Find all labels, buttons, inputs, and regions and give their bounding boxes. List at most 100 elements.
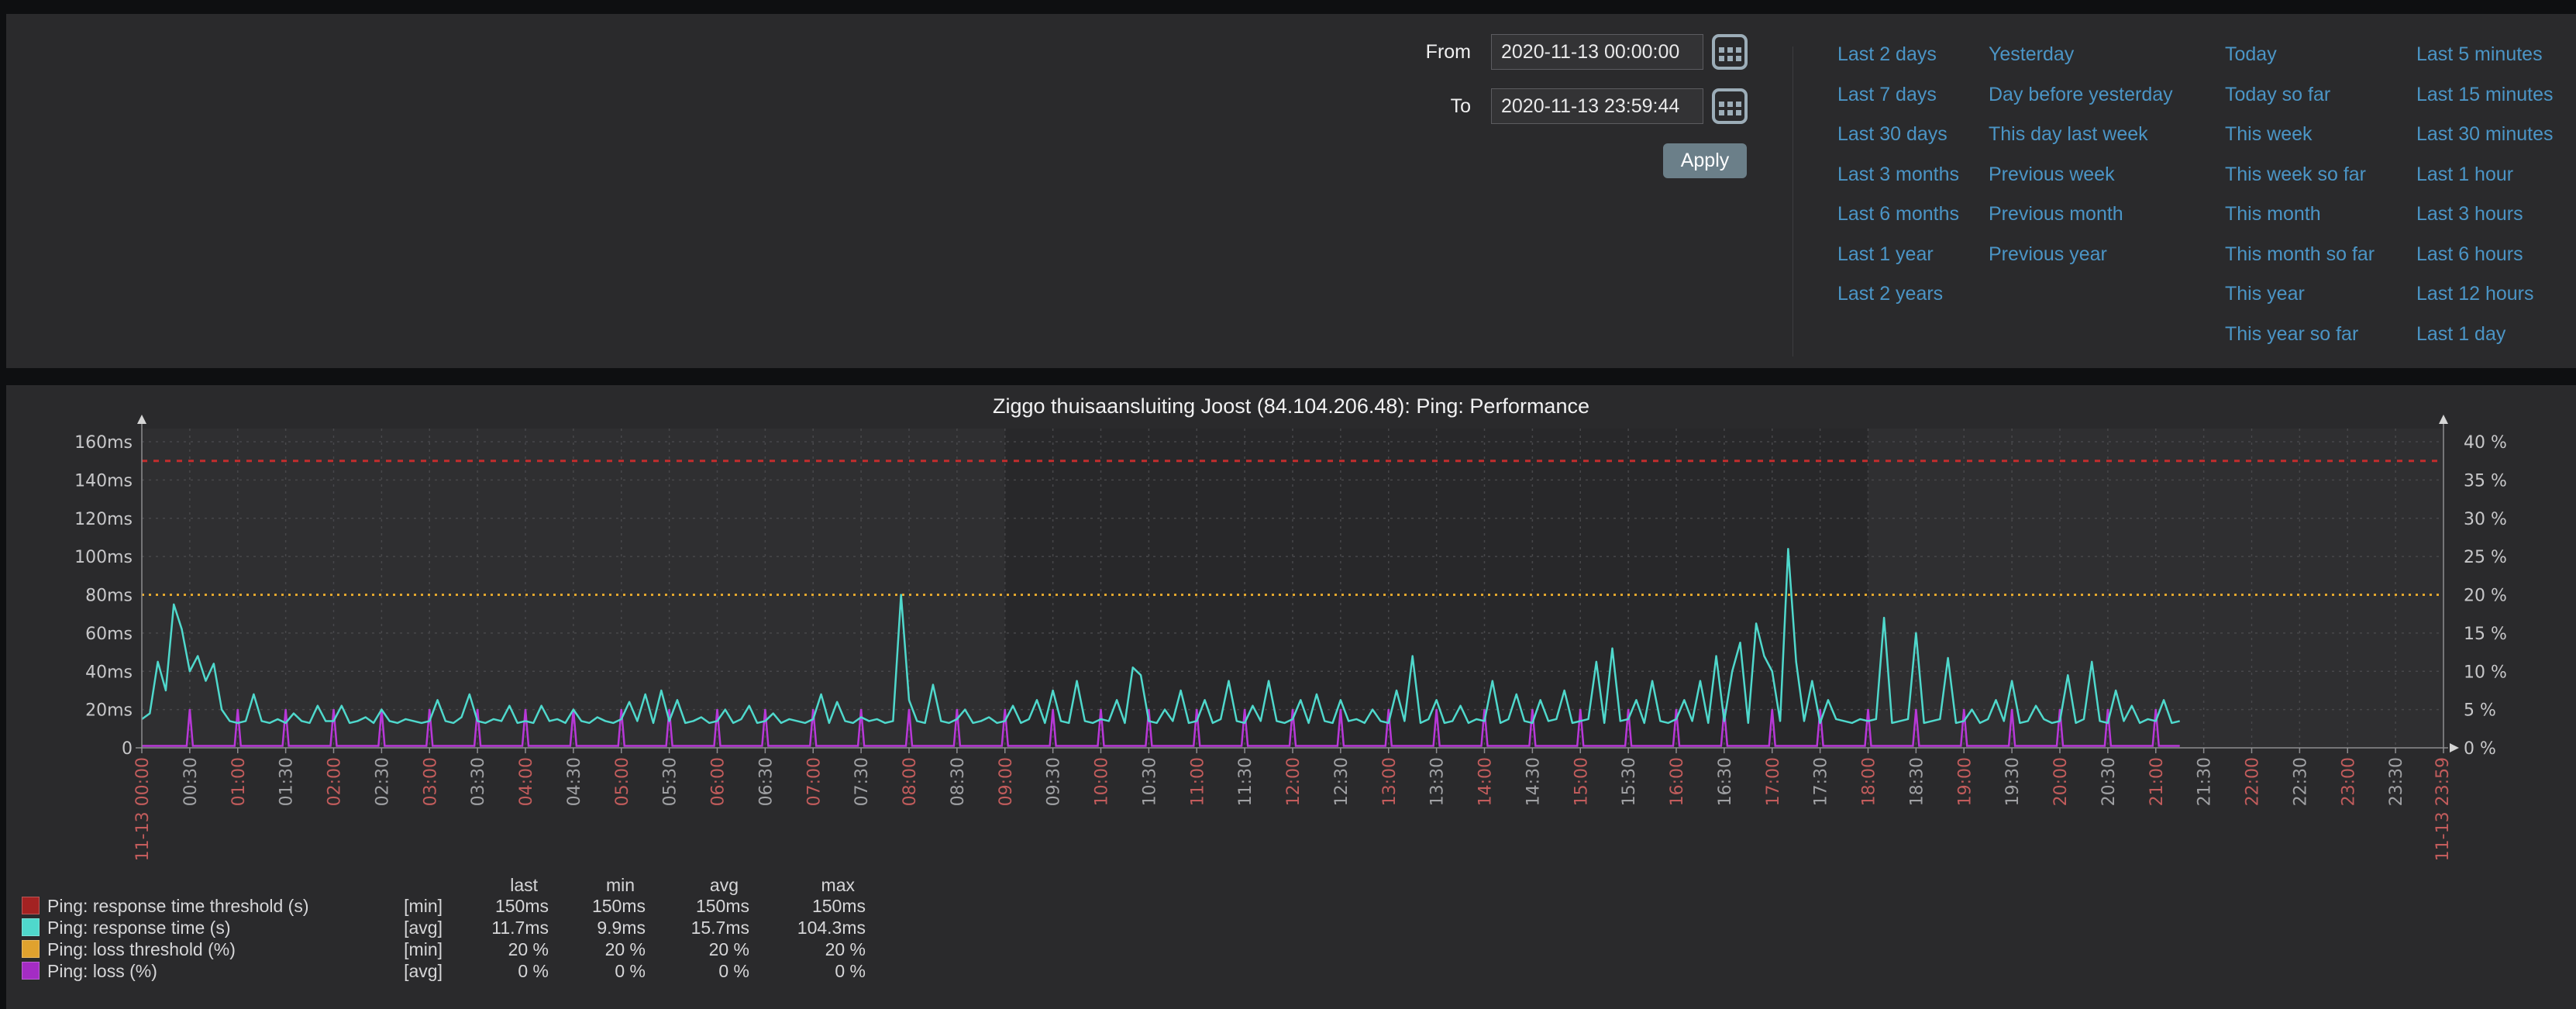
legend-value: 20 % bbox=[656, 938, 749, 960]
legend-series-name: Ping: response time (s) bbox=[47, 917, 381, 938]
x-tick-label: 09:30 bbox=[1045, 757, 1064, 806]
quick-range-link[interactable]: Last 7 days bbox=[1837, 82, 1937, 107]
quick-range-link[interactable]: Last 2 years bbox=[1837, 281, 1943, 306]
nonworking-time-band bbox=[142, 429, 1005, 748]
quick-range-link[interactable]: This week bbox=[2225, 122, 2313, 146]
quick-range-link[interactable]: This week so far bbox=[2225, 162, 2366, 187]
y-left-tick-label: 60ms bbox=[85, 625, 133, 644]
legend-value: 0 % bbox=[553, 960, 646, 982]
x-tick-label: 22:30 bbox=[2291, 757, 2310, 806]
x-tick-label: 05:00 bbox=[613, 757, 632, 806]
quick-range-link[interactable]: This day last week bbox=[1989, 122, 2148, 146]
quick-range-link[interactable]: Last 1 day bbox=[2416, 322, 2505, 346]
quick-range-link[interactable]: Yesterday bbox=[1989, 42, 2074, 67]
nonworking-time-band bbox=[1868, 429, 2444, 748]
y-right-tick-label: 5 % bbox=[2464, 701, 2496, 721]
quick-range-link[interactable]: Last 3 months bbox=[1837, 162, 1959, 187]
quick-range-link[interactable]: Today so far bbox=[2225, 82, 2330, 107]
legend-header-max: max bbox=[773, 874, 866, 896]
quick-range-link[interactable]: Last 3 hours bbox=[2416, 201, 2523, 226]
quick-range-link[interactable]: This month so far bbox=[2225, 242, 2375, 267]
legend-value: 0 % bbox=[656, 960, 749, 982]
x-tick-label: 03:30 bbox=[469, 757, 488, 806]
legend-function: [min] bbox=[365, 895, 443, 917]
legend-value: 20 % bbox=[553, 938, 646, 960]
from-label: From bbox=[1324, 34, 1471, 70]
to-input[interactable] bbox=[1491, 88, 1703, 124]
x-tick-label: 11:00 bbox=[1188, 757, 1207, 806]
legend-value: 150ms bbox=[656, 895, 749, 917]
y-right-tick-label: 35 % bbox=[2464, 471, 2507, 491]
quick-range-link[interactable]: Previous month bbox=[1989, 201, 2123, 226]
quick-ranges-column-1: Last 2 days Last 7 days Last 30 days Last 3… bbox=[1837, 14, 1985, 368]
x-tick-label: 02:30 bbox=[373, 757, 392, 806]
graph-panel: Ziggo thuisaansluiting Joost (84.104.206… bbox=[6, 385, 2576, 1009]
x-tick-label: 11-13 23:59 bbox=[2433, 757, 2453, 861]
x-tick-label: 11-13 00:00 bbox=[133, 757, 153, 861]
apply-button[interactable]: Apply bbox=[1663, 143, 1747, 178]
legend-value: 104.3ms bbox=[773, 917, 866, 938]
legend-value: 20 % bbox=[456, 938, 549, 960]
from-input[interactable] bbox=[1491, 34, 1703, 70]
quick-range-link[interactable]: Last 30 days bbox=[1837, 122, 1947, 146]
x-tick-label: 23:30 bbox=[2387, 757, 2406, 806]
quick-range-link[interactable]: Last 30 minutes bbox=[2416, 122, 2554, 146]
quick-range-link[interactable]: This year so far bbox=[2225, 322, 2358, 346]
x-tick-label: 10:30 bbox=[1140, 757, 1159, 806]
x-tick-label: 09:00 bbox=[997, 757, 1016, 806]
calendar-icon bbox=[1719, 102, 1741, 115]
y-left-tick-label: 160ms bbox=[74, 433, 133, 453]
x-tick-label: 00:30 bbox=[181, 757, 201, 806]
legend-value: 0 % bbox=[773, 960, 866, 982]
y-right-tick-label: 20 % bbox=[2464, 587, 2507, 606]
x-tick-label: 17:30 bbox=[1812, 757, 1831, 806]
x-tick-label: 11:30 bbox=[1236, 757, 1255, 806]
x-tick-label: 23:00 bbox=[2339, 757, 2358, 806]
quick-range-link[interactable]: Last 1 hour bbox=[2416, 162, 2513, 187]
quick-range-link[interactable]: Last 2 days bbox=[1837, 42, 1937, 67]
quick-range-link[interactable]: Last 6 hours bbox=[2416, 242, 2523, 267]
legend-value: 15.7ms bbox=[656, 917, 749, 938]
from-calendar-button[interactable] bbox=[1712, 34, 1748, 70]
quick-range-link[interactable]: This month bbox=[2225, 201, 2321, 226]
calendar-icon bbox=[1719, 47, 1741, 61]
legend-swatch-icon bbox=[22, 962, 40, 980]
x-tick-label: 18:30 bbox=[1907, 757, 1927, 806]
y-left-tick-label: 120ms bbox=[74, 510, 133, 529]
legend-function: [avg] bbox=[365, 917, 443, 938]
to-calendar-button[interactable] bbox=[1712, 88, 1748, 124]
x-tick-label: 08:30 bbox=[949, 757, 968, 806]
quick-range-link[interactable]: Previous year bbox=[1989, 242, 2107, 267]
x-tick-label: 15:30 bbox=[1620, 757, 1639, 806]
x-tick-label: 21:00 bbox=[2147, 757, 2167, 806]
legend-value: 150ms bbox=[773, 895, 866, 917]
legend-value: 20 % bbox=[773, 938, 866, 960]
quick-range-link[interactable]: Previous week bbox=[1989, 162, 2115, 187]
x-tick-label: 07:30 bbox=[852, 757, 872, 806]
x-tick-label: 06:30 bbox=[756, 757, 776, 806]
quick-range-link[interactable]: Last 5 minutes bbox=[2416, 42, 2543, 67]
y-right-tick-label: 25 % bbox=[2464, 548, 2507, 567]
quick-range-link[interactable]: Today bbox=[2225, 42, 2277, 67]
y-right-tick-label: 30 % bbox=[2464, 510, 2507, 529]
legend-function: [min] bbox=[365, 938, 443, 960]
quick-range-link[interactable]: Last 1 year bbox=[1837, 242, 1934, 267]
x-tick-label: 20:30 bbox=[2099, 757, 2119, 806]
quick-range-link[interactable]: Day before yesterday bbox=[1989, 82, 2173, 107]
x-tick-label: 06:00 bbox=[709, 757, 728, 806]
quick-range-link[interactable]: Last 6 months bbox=[1837, 201, 1959, 226]
x-tick-label: 12:30 bbox=[1332, 757, 1352, 806]
legend-function: [avg] bbox=[365, 960, 443, 982]
x-tick-label: 17:00 bbox=[1764, 757, 1783, 806]
quick-range-link[interactable]: This year bbox=[2225, 281, 2305, 306]
legend-swatch-icon bbox=[22, 940, 40, 958]
legend-swatch-icon bbox=[22, 897, 40, 914]
x-tick-label: 19:00 bbox=[1955, 757, 1975, 806]
legend-series-name: Ping: response time threshold (s) bbox=[47, 895, 381, 917]
x-tick-label: 14:00 bbox=[1476, 757, 1496, 806]
quick-range-link[interactable]: Last 12 hours bbox=[2416, 281, 2534, 306]
to-label: To bbox=[1324, 88, 1471, 124]
quick-range-link[interactable]: Last 15 minutes bbox=[2416, 82, 2554, 107]
x-tick-label: 13:00 bbox=[1380, 757, 1400, 806]
x-tick-label: 05:30 bbox=[661, 757, 680, 806]
